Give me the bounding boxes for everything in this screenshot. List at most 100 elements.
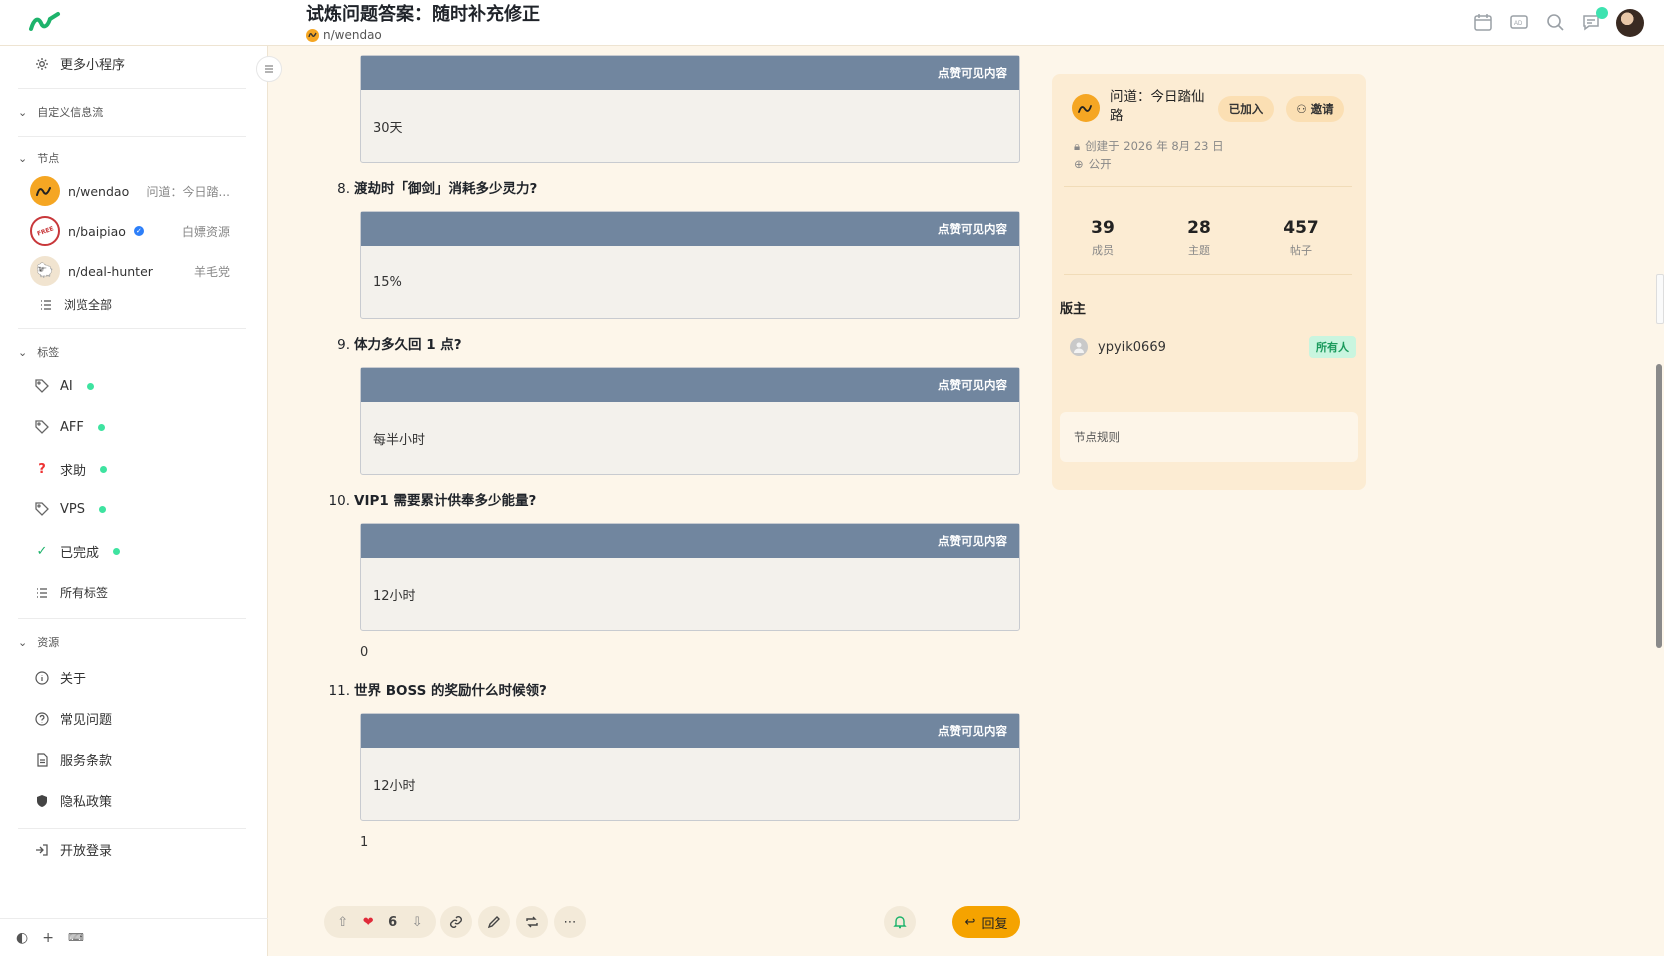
tag-label: 求助	[60, 464, 87, 479]
moderator-row[interactable]: ypyik0669 所有人	[1070, 336, 1356, 358]
sidebar-tag-aff[interactable]: AFF	[34, 419, 105, 435]
sidebar-item-label: 所有标签	[60, 586, 109, 600]
post-text: 1	[360, 835, 369, 850]
hidden-content-body: 12小时	[373, 778, 416, 794]
subscribe-button[interactable]	[884, 906, 916, 938]
calendar-icon[interactable]	[1472, 11, 1494, 33]
sidebar-item-label: 服务条款	[60, 754, 113, 769]
keyboard-icon[interactable]: ⌨	[68, 931, 84, 944]
question-number: 9.	[337, 337, 350, 353]
hidden-content-header: 点赞可见内容	[361, 368, 1019, 402]
sidebar-node-wendao[interactable]: n/wendao 问道：今日踏...	[30, 176, 230, 206]
pencil-icon	[487, 916, 500, 929]
hidden-content-box: 点赞可见内容 12小时	[360, 523, 1020, 631]
sidebar-footer: ◐ + ⌨	[0, 918, 268, 956]
post-action-bar: ⇧ ❤ 6 ⇩ ⋯ ↩ 回复	[324, 906, 1020, 940]
hidden-content-box: 点赞可见内容 12小时	[360, 713, 1020, 821]
copy-link-button[interactable]	[440, 906, 472, 938]
downvote-icon[interactable]: ⇩	[412, 915, 423, 930]
stat-label: 帖子	[1290, 244, 1312, 257]
notification-icon[interactable]	[1580, 7, 1608, 33]
question-text: 渡劫时「御剑」消耗多少灵力?	[354, 181, 538, 197]
question-icon: ?	[38, 462, 46, 477]
stat-members: 39 成员	[1068, 218, 1138, 258]
node-breadcrumb[interactable]: n/wendao	[306, 28, 540, 42]
node-header: 问道：今日踏仙路	[1072, 88, 1214, 126]
hidden-content-body: 15%	[373, 274, 402, 290]
sidebar-node-baipiao[interactable]: FREE n/baipiao ✓ 白嫖资源	[30, 216, 230, 246]
node-avatar: FREE	[30, 216, 60, 246]
hidden-content-box: 点赞可见内容 30天	[360, 55, 1020, 163]
globe-icon: ⊕	[1074, 157, 1084, 171]
search-icon[interactable]	[1544, 11, 1566, 33]
node-name[interactable]: 问道：今日踏仙路	[1110, 88, 1214, 126]
section-custom-feed[interactable]: ⌄ 自定义信息流	[18, 104, 103, 120]
scrollbar-thumb[interactable]	[1656, 364, 1662, 648]
sidebar-collapse-button[interactable]	[256, 56, 282, 82]
sidebar-item-faq[interactable]: 常见问题	[34, 709, 112, 728]
owner-badge: 所有人	[1309, 336, 1356, 358]
question-text: VIP1 需要累计供奉多少能量?	[354, 493, 537, 509]
site-logo-icon[interactable]	[28, 11, 62, 33]
upvote-icon[interactable]: ⇧	[337, 915, 348, 930]
user-avatar[interactable]	[1616, 9, 1644, 37]
sidebar-tag-vps[interactable]: VPS	[34, 501, 106, 517]
node-name: n/baipiao	[68, 223, 126, 239]
moderator-avatar	[1070, 338, 1088, 356]
sidebar-item-about[interactable]: 关于	[34, 668, 86, 687]
repost-button[interactable]	[516, 906, 548, 938]
stat-number: 39	[1091, 218, 1115, 238]
sidebar-node-deal-hunter[interactable]: 🐑 n/deal-hunter 羊毛党	[30, 256, 230, 286]
add-icon[interactable]: +	[42, 930, 54, 946]
sidebar-item-label: 更多小程序	[60, 58, 126, 73]
node-avatar	[30, 176, 60, 206]
status-dot	[97, 423, 105, 431]
sidebar-tag-help[interactable]: ? 求助	[34, 460, 108, 479]
tag-icon	[34, 501, 50, 517]
theme-toggle-icon[interactable]: ◐	[16, 930, 28, 946]
more-button[interactable]: ⋯	[554, 906, 586, 938]
question-text: 世界 BOSS 的奖励什么时候领?	[354, 683, 547, 699]
sidebar: 更多小程序 ⌄ 自定义信息流 ⌄ 节点 n/wendao 问道：今日踏... F…	[0, 46, 268, 956]
node-name: n/deal-hunter	[68, 263, 153, 279]
question-item: 8. 渡劫时「御剑」消耗多少灵力?	[326, 177, 537, 197]
status-dot	[100, 466, 108, 473]
like-count: 6	[388, 914, 398, 930]
question-text: 体力多久回 1 点?	[354, 337, 462, 353]
tag-label: VPS	[60, 501, 85, 517]
sidebar-tag-done[interactable]: ✓ 已完成	[34, 542, 121, 561]
section-resources[interactable]: ⌄ 资源	[18, 634, 59, 650]
node-avatar[interactable]	[1072, 94, 1100, 122]
node-rules[interactable]: 节点规则	[1060, 412, 1358, 462]
reply-button[interactable]: ↩ 回复	[952, 906, 1020, 938]
ad-icon[interactable]: AD	[1508, 11, 1530, 33]
heart-icon[interactable]: ❤	[363, 915, 374, 930]
stat-label: 主题	[1188, 244, 1210, 257]
page-scrollbar[interactable]	[1654, 46, 1664, 956]
sidebar-item-privacy[interactable]: 隐私政策	[34, 791, 112, 810]
help-circle-icon	[34, 711, 50, 727]
sidebar-item-terms[interactable]: 服务条款	[34, 750, 112, 769]
node-info-panel: 问道：今日踏仙路 已加入 ⚇ 邀请 🔒︎ 创建于 2026 年 8月 23 日 …	[1052, 74, 1366, 490]
section-label: 资源	[37, 636, 60, 649]
svg-text:AD: AD	[1514, 21, 1523, 27]
visibility-text: 公开	[1088, 157, 1112, 171]
joined-button[interactable]: 已加入	[1218, 96, 1274, 122]
hidden-content-box: 点赞可见内容 15%	[360, 211, 1020, 319]
sidebar-item-browse-all[interactable]: 浏览全部	[38, 296, 112, 313]
visibility: ⊕ 公开	[1074, 156, 1112, 172]
question-number: 10.	[328, 493, 350, 509]
section-nodes[interactable]: ⌄ 节点	[18, 150, 59, 166]
sidebar-item-open-login[interactable]: 开放登录	[34, 840, 112, 859]
section-tags[interactable]: ⌄ 标签	[18, 344, 59, 360]
reply-icon: ↩	[964, 914, 976, 930]
sidebar-tag-ai[interactable]: AI	[34, 378, 94, 394]
created-date: 🔒︎ 创建于 2026 年 8月 23 日	[1074, 138, 1224, 154]
notification-badge	[1596, 7, 1608, 19]
edit-button[interactable]	[478, 906, 510, 938]
sidebar-item-all-tags[interactable]: 所有标签	[34, 584, 108, 601]
hidden-content-body: 12小时	[373, 588, 416, 604]
stat-number: 28	[1187, 218, 1211, 238]
sidebar-item-more-apps[interactable]: 更多小程序	[34, 54, 125, 73]
invite-button[interactable]: ⚇ 邀请	[1286, 96, 1344, 122]
